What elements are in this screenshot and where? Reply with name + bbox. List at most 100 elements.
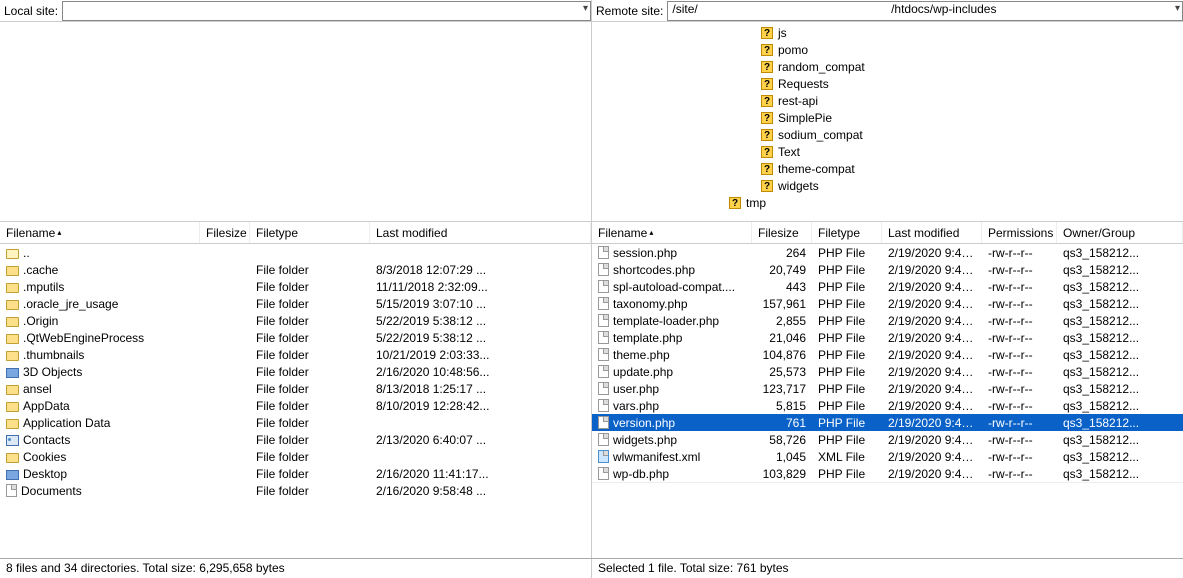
tree-item[interactable]: ?SimplePie [592, 109, 1183, 126]
file-name: Desktop [23, 467, 67, 481]
file-owner: qs3_158212... [1057, 382, 1183, 396]
unknown-folder-icon: ? [760, 128, 774, 142]
table-row[interactable]: update.php25,573PHP File2/19/2020 9:45:.… [592, 363, 1183, 380]
table-row[interactable]: spl-autoload-compat....443PHP File2/19/2… [592, 278, 1183, 295]
file-permissions: -rw-r--r-- [982, 314, 1057, 328]
file-icon [598, 365, 609, 378]
table-row[interactable]: CookiesFile folder [0, 448, 591, 465]
file-name: AppData [23, 399, 70, 413]
col-filetype[interactable]: Filetype [812, 222, 882, 243]
tree-item[interactable]: ?Text [592, 143, 1183, 160]
table-row[interactable]: wp-db.php103,829PHP File2/19/2020 9:45:.… [592, 465, 1183, 482]
table-row[interactable]: .oracle_jre_usageFile folder5/15/2019 3:… [0, 295, 591, 312]
file-name: .mputils [23, 280, 64, 294]
file-lastmod: 2/19/2020 9:45:... [882, 263, 982, 277]
file-name: .Origin [23, 314, 58, 328]
file-size: 5,815 [752, 399, 812, 413]
table-row[interactable]: DocumentsFile folder2/16/2020 9:58:48 ..… [0, 482, 591, 499]
folder-icon [6, 334, 19, 344]
table-row[interactable]: .OriginFile folder5/22/2019 5:38:12 ... [0, 312, 591, 329]
local-file-list[interactable]: Filename▴ Filesize Filetype Last modifie… [0, 222, 591, 558]
folder-icon [6, 453, 19, 463]
remote-site-label: Remote site: [592, 4, 667, 18]
remote-pane: Remote site: /site/ /htdocs/wp-includes … [592, 0, 1183, 558]
file-size: 443 [752, 280, 812, 294]
table-row[interactable]: .. [0, 244, 591, 261]
tree-item[interactable]: ?js [592, 24, 1183, 41]
table-row[interactable]: AppDataFile folder8/10/2019 12:28:42... [0, 397, 591, 414]
file-size: 2,855 [752, 314, 812, 328]
file-size: 58,726 [752, 433, 812, 447]
file-name: ansel [23, 382, 52, 396]
col-filetype[interactable]: Filetype [250, 222, 370, 243]
file-lastmod: 2/19/2020 9:45:... [882, 467, 982, 481]
horizontal-scrollbar[interactable] [592, 482, 1183, 498]
file-lastmod: 5/15/2019 3:07:10 ... [370, 297, 591, 311]
table-row[interactable]: template.php21,046PHP File2/19/2020 9:45… [592, 329, 1183, 346]
local-site-input[interactable]: ▾ [62, 1, 591, 21]
file-lastmod: 2/19/2020 9:45:... [882, 348, 982, 362]
col-filename[interactable]: Filename▴ [592, 222, 752, 243]
col-filesize[interactable]: Filesize [752, 222, 812, 243]
table-row[interactable]: shortcodes.php20,749PHP File2/19/2020 9:… [592, 261, 1183, 278]
table-row[interactable]: .thumbnailsFile folder10/21/2019 2:03:33… [0, 346, 591, 363]
unknown-folder-icon: ? [760, 77, 774, 91]
col-filesize[interactable]: Filesize [200, 222, 250, 243]
table-row[interactable]: theme.php104,876PHP File2/19/2020 9:45:.… [592, 346, 1183, 363]
chevron-down-icon[interactable]: ▾ [1175, 3, 1180, 14]
file-size: 104,876 [752, 348, 812, 362]
col-filename[interactable]: Filename▴ [0, 222, 200, 243]
file-lastmod: 2/19/2020 9:45:... [882, 416, 982, 430]
unknown-folder-icon: ? [760, 145, 774, 159]
tree-item[interactable]: ?sodium_compat [592, 126, 1183, 143]
remote-file-list[interactable]: Filename▴ Filesize Filetype Last modifie… [592, 222, 1183, 558]
table-row[interactable]: .QtWebEngineProcessFile folder5/22/2019 … [0, 329, 591, 346]
tree-item[interactable]: ?theme-compat [592, 160, 1183, 177]
table-row[interactable]: DesktopFile folder2/16/2020 11:41:17... [0, 465, 591, 482]
table-row[interactable]: anselFile folder8/13/2018 1:25:17 ... [0, 380, 591, 397]
tree-item[interactable]: ?widgets [592, 177, 1183, 194]
file-name: taxonomy.php [613, 297, 688, 311]
table-row[interactable]: Application DataFile folder [0, 414, 591, 431]
table-row[interactable]: 3D ObjectsFile folder2/16/2020 10:48:56.… [0, 363, 591, 380]
tree-item[interactable]: ?tmp [592, 194, 1183, 211]
tree-item[interactable]: ?pomo [592, 41, 1183, 58]
file-icon [6, 484, 17, 497]
file-icon [598, 382, 609, 395]
table-row[interactable]: vars.php5,815PHP File2/19/2020 9:45:...-… [592, 397, 1183, 414]
chevron-down-icon[interactable]: ▾ [583, 3, 588, 14]
file-type: File folder [250, 314, 370, 328]
folder-icon [6, 283, 19, 293]
remote-site-input[interactable]: /site/ /htdocs/wp-includes ▾ [667, 1, 1183, 21]
unknown-folder-icon: ? [728, 196, 742, 210]
table-row[interactable]: user.php123,717PHP File2/19/2020 9:45:..… [592, 380, 1183, 397]
col-owner-group[interactable]: Owner/Group [1057, 222, 1183, 243]
file-type: File folder [250, 416, 370, 430]
local-tree[interactable] [0, 22, 591, 222]
table-row[interactable]: version.php761PHP File2/19/2020 9:45:...… [592, 414, 1183, 431]
tree-item[interactable]: ?rest-api [592, 92, 1183, 109]
col-lastmodified[interactable]: Last modified [882, 222, 982, 243]
table-row[interactable]: session.php264PHP File2/19/2020 9:45:...… [592, 244, 1183, 261]
file-lastmod: 2/16/2020 9:58:48 ... [370, 484, 591, 498]
table-row[interactable]: widgets.php58,726PHP File2/19/2020 9:45:… [592, 431, 1183, 448]
table-row[interactable]: taxonomy.php157,961PHP File2/19/2020 9:4… [592, 295, 1183, 312]
file-lastmod: 8/13/2018 1:25:17 ... [370, 382, 591, 396]
remote-tree[interactable]: ?js?pomo?random_compat?Requests?rest-api… [592, 22, 1183, 222]
tree-item[interactable]: ?random_compat [592, 58, 1183, 75]
file-type: File folder [250, 263, 370, 277]
file-lastmod: 2/19/2020 9:45:... [882, 297, 982, 311]
col-permissions[interactable]: Permissions [982, 222, 1057, 243]
col-lastmodified[interactable]: Last modified [370, 222, 591, 243]
file-permissions: -rw-r--r-- [982, 416, 1057, 430]
table-row[interactable]: wlwmanifest.xml1,045XML File2/19/2020 9:… [592, 448, 1183, 465]
table-row[interactable]: ContactsFile folder2/13/2020 6:40:07 ... [0, 431, 591, 448]
file-icon [598, 416, 609, 429]
file-name: Contacts [23, 433, 70, 447]
table-row[interactable]: .mputilsFile folder11/11/2018 2:32:09... [0, 278, 591, 295]
tree-item[interactable]: ?Requests [592, 75, 1183, 92]
table-row[interactable]: .cacheFile folder8/3/2018 12:07:29 ... [0, 261, 591, 278]
table-row[interactable]: template-loader.php2,855PHP File2/19/202… [592, 312, 1183, 329]
file-lastmod: 2/19/2020 9:45:... [882, 314, 982, 328]
file-name: vars.php [613, 399, 659, 413]
